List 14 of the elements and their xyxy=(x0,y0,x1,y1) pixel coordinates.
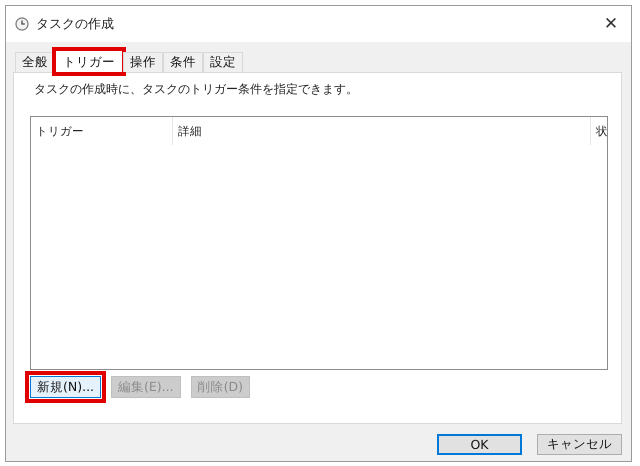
tab[interactable]: 全般 xyxy=(15,52,55,72)
close-button[interactable]: ✕ xyxy=(591,9,631,39)
window-title: タスクの作成 xyxy=(36,16,115,33)
column-header[interactable]: 状 xyxy=(591,117,607,145)
clock-icon xyxy=(15,17,29,31)
tab[interactable]: 条件 xyxy=(163,52,203,72)
tab[interactable]: 設定 xyxy=(203,52,243,72)
column-header[interactable]: 詳細 xyxy=(173,117,591,145)
column-header[interactable]: トリガー xyxy=(31,117,173,145)
dialog-button[interactable]: OK xyxy=(437,434,522,455)
tab[interactable]: 操作 xyxy=(123,52,163,72)
dialog-button[interactable]: キャンセル xyxy=(537,434,622,455)
tab[interactable]: トリガー xyxy=(55,50,123,73)
description-text: タスクの作成時に、タスクのトリガー条件を指定できます。 xyxy=(34,81,359,98)
